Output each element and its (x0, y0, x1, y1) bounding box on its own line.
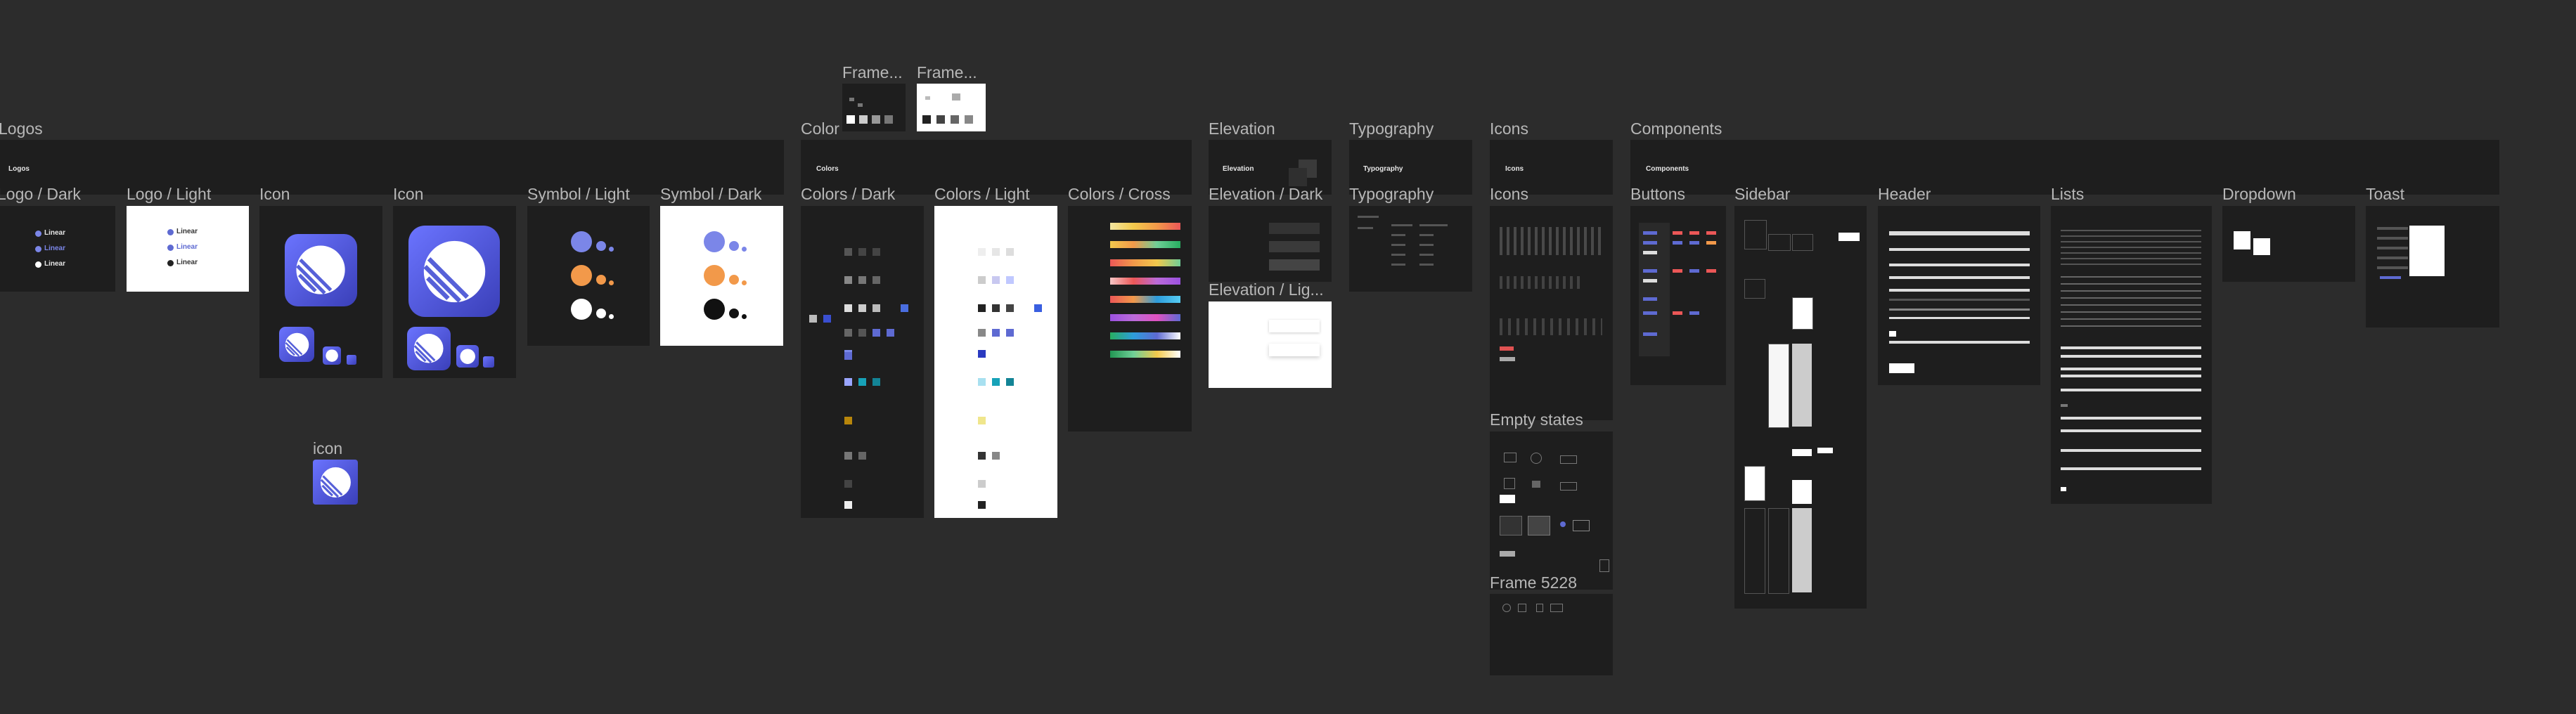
frame-label[interactable]: Frame... (917, 65, 977, 81)
banner-title: Logos (8, 165, 30, 173)
logo-wordmark: Linear (44, 229, 66, 237)
banner-title: Components (1646, 165, 1689, 173)
app-icon (408, 226, 500, 317)
logo-light-frame[interactable]: Linear Linear Linear (127, 206, 249, 292)
symbol-icon (571, 265, 592, 286)
logo-mark-icon (167, 245, 174, 251)
section-label[interactable]: Color (801, 121, 839, 137)
section-label[interactable]: Icons (1490, 121, 1528, 137)
frame-label[interactable]: Icon (393, 186, 423, 202)
colors-light-frame[interactable] (934, 206, 1057, 518)
app-icon (483, 356, 494, 368)
app-icon (456, 345, 479, 368)
symbol-icon (571, 299, 592, 320)
app-icon (323, 346, 341, 365)
frame-label[interactable]: Typography (1349, 186, 1434, 202)
app-icon (279, 327, 314, 362)
frame-label[interactable]: icon (313, 441, 342, 457)
frame-thumbnail[interactable] (917, 84, 986, 131)
lists-frame[interactable] (2051, 206, 2212, 504)
symbol-frame[interactable] (527, 206, 650, 346)
symbol-icon (704, 265, 725, 286)
logo-wordmark: Linear (176, 243, 198, 251)
logo-wordmark: Linear (44, 260, 66, 268)
frame-label[interactable]: Buttons (1630, 186, 1685, 202)
logo-wordmark: Linear (176, 259, 198, 266)
frame-label[interactable]: Elevation / Lig... (1209, 282, 1324, 298)
app-icon (407, 327, 451, 370)
empty-states-frame[interactable] (1490, 431, 1613, 590)
toast-frame[interactable] (2366, 206, 2499, 327)
frame-label[interactable]: Logo / Dark (0, 186, 81, 202)
frame-label[interactable]: Header (1878, 186, 1931, 202)
symbol-icon (704, 299, 725, 320)
frame-label[interactable]: Frame 5228 (1490, 575, 1577, 591)
app-icon (347, 355, 356, 365)
section-label[interactable]: Elevation (1209, 121, 1275, 137)
elevation-light-frame[interactable] (1209, 301, 1332, 388)
frame-label[interactable]: Empty states (1490, 412, 1583, 428)
colors-dark-frame[interactable] (801, 206, 924, 518)
dropdown-frame[interactable] (2222, 206, 2355, 282)
section-label[interactable]: Logos (0, 121, 43, 137)
typography-frame[interactable] (1349, 206, 1472, 292)
banner-title: Typography (1363, 165, 1403, 173)
logo-dark-frame[interactable]: Linear Linear Linear (0, 206, 115, 292)
icon-frame[interactable] (259, 206, 382, 378)
frame-label[interactable]: Logo / Light (127, 186, 211, 202)
frame-label[interactable]: Symbol / Light (527, 186, 630, 202)
frame-label[interactable]: Dropdown (2222, 186, 2296, 202)
frame-label[interactable]: Elevation / Dark (1209, 186, 1322, 202)
icons-frame[interactable] (1490, 206, 1613, 420)
logo-mark-icon (35, 246, 41, 252)
section-label[interactable]: Components (1630, 121, 1722, 137)
logo-mark-icon (35, 261, 41, 268)
banner-title: Icons (1505, 165, 1524, 173)
frame-label[interactable]: Icon (259, 186, 290, 202)
logo-wordmark: Linear (44, 245, 66, 252)
banner-title: Elevation (1223, 165, 1254, 173)
header-frame[interactable] (1878, 206, 2040, 385)
symbol-icon (571, 231, 592, 252)
frame-5228[interactable] (1490, 594, 1613, 675)
app-icon (285, 234, 357, 306)
symbol-icon (704, 231, 725, 252)
frame-label[interactable]: Toast (2366, 186, 2404, 202)
logo-mark-icon (35, 231, 41, 237)
icon-frame[interactable] (393, 206, 516, 378)
frame-label[interactable]: Colors / Dark (801, 186, 895, 202)
frame-thumbnail[interactable] (842, 84, 906, 131)
section-label[interactable]: Typography (1349, 121, 1434, 137)
sidebar-frame[interactable] (1734, 206, 1867, 609)
banner-title: Colors (816, 165, 839, 173)
symbol-frame[interactable] (660, 206, 783, 346)
logo-mark-icon (167, 260, 174, 266)
buttons-frame[interactable] (1630, 206, 1726, 385)
frame-label[interactable]: Sidebar (1734, 186, 1790, 202)
frame-label[interactable]: Colors / Light (934, 186, 1030, 202)
frame-label[interactable]: Symbol / Dark (660, 186, 761, 202)
logo-mark-icon (167, 229, 174, 235)
frame-label[interactable]: Frame... (842, 65, 903, 81)
elevation-dark-frame[interactable] (1209, 206, 1332, 282)
frame-label[interactable]: Icons (1490, 186, 1528, 202)
colors-cross-frame[interactable] (1068, 206, 1192, 431)
frame-label[interactable]: Lists (2051, 186, 2084, 202)
logo-wordmark: Linear (176, 228, 198, 235)
app-icon[interactable] (313, 460, 358, 505)
frame-label[interactable]: Colors / Cross (1068, 186, 1171, 202)
